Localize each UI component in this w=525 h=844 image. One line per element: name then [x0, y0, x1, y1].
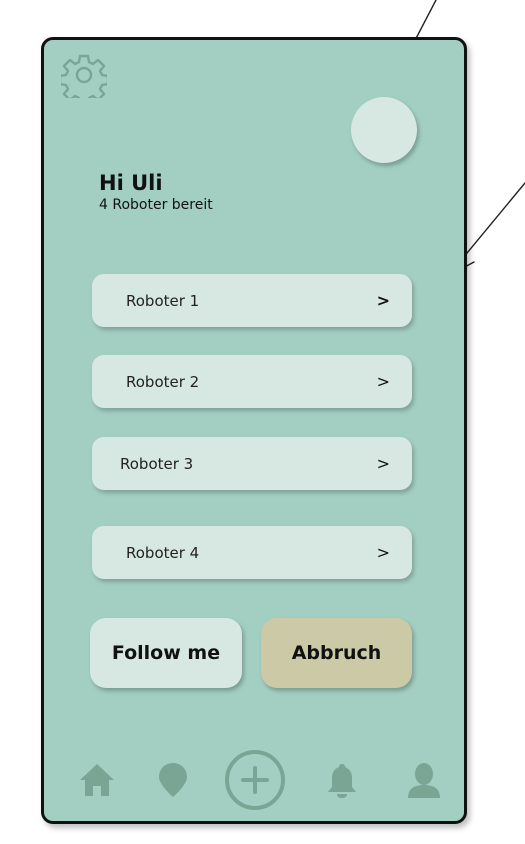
robot-label: Roboter 4: [126, 543, 200, 562]
nav-home[interactable]: [69, 752, 125, 808]
chevron-right-icon: >: [376, 543, 390, 562]
nav-notifications[interactable]: [314, 752, 370, 808]
user-icon: [408, 763, 440, 798]
robot-item-4[interactable]: Roboter 4 >: [92, 526, 412, 579]
home-icon: [80, 764, 114, 796]
follow-me-button[interactable]: Follow me: [90, 618, 242, 688]
robot-item-2[interactable]: Roboter 2 >: [92, 355, 412, 408]
robot-item-1[interactable]: Roboter 1 >: [92, 274, 412, 327]
add-circle-icon: [225, 750, 285, 810]
nav-location[interactable]: [145, 752, 201, 808]
bell-icon: [328, 764, 356, 798]
nav-profile[interactable]: [396, 752, 452, 808]
robot-label: Roboter 1: [126, 291, 200, 310]
greeting-title: Hi Uli: [99, 171, 163, 195]
nav-add[interactable]: [223, 748, 287, 812]
chevron-right-icon: >: [376, 454, 390, 473]
robot-label: Roboter 2: [126, 372, 200, 391]
robot-item-3[interactable]: Roboter 3 >: [92, 437, 412, 490]
bottom-nav: [44, 750, 464, 812]
abort-button[interactable]: Abbruch: [261, 618, 412, 688]
location-pin-icon: [159, 763, 187, 797]
phone-screen: Hi Uli 4 Roboter bereit Roboter 1 > Robo…: [41, 37, 467, 824]
greeting-subtitle: 4 Roboter bereit: [99, 197, 213, 213]
avatar[interactable]: [351, 97, 417, 163]
chevron-right-icon: >: [376, 372, 390, 391]
chevron-right-icon: >: [376, 291, 390, 310]
robot-label: Roboter 3: [120, 454, 194, 473]
settings-gear-icon[interactable]: [58, 52, 110, 106]
